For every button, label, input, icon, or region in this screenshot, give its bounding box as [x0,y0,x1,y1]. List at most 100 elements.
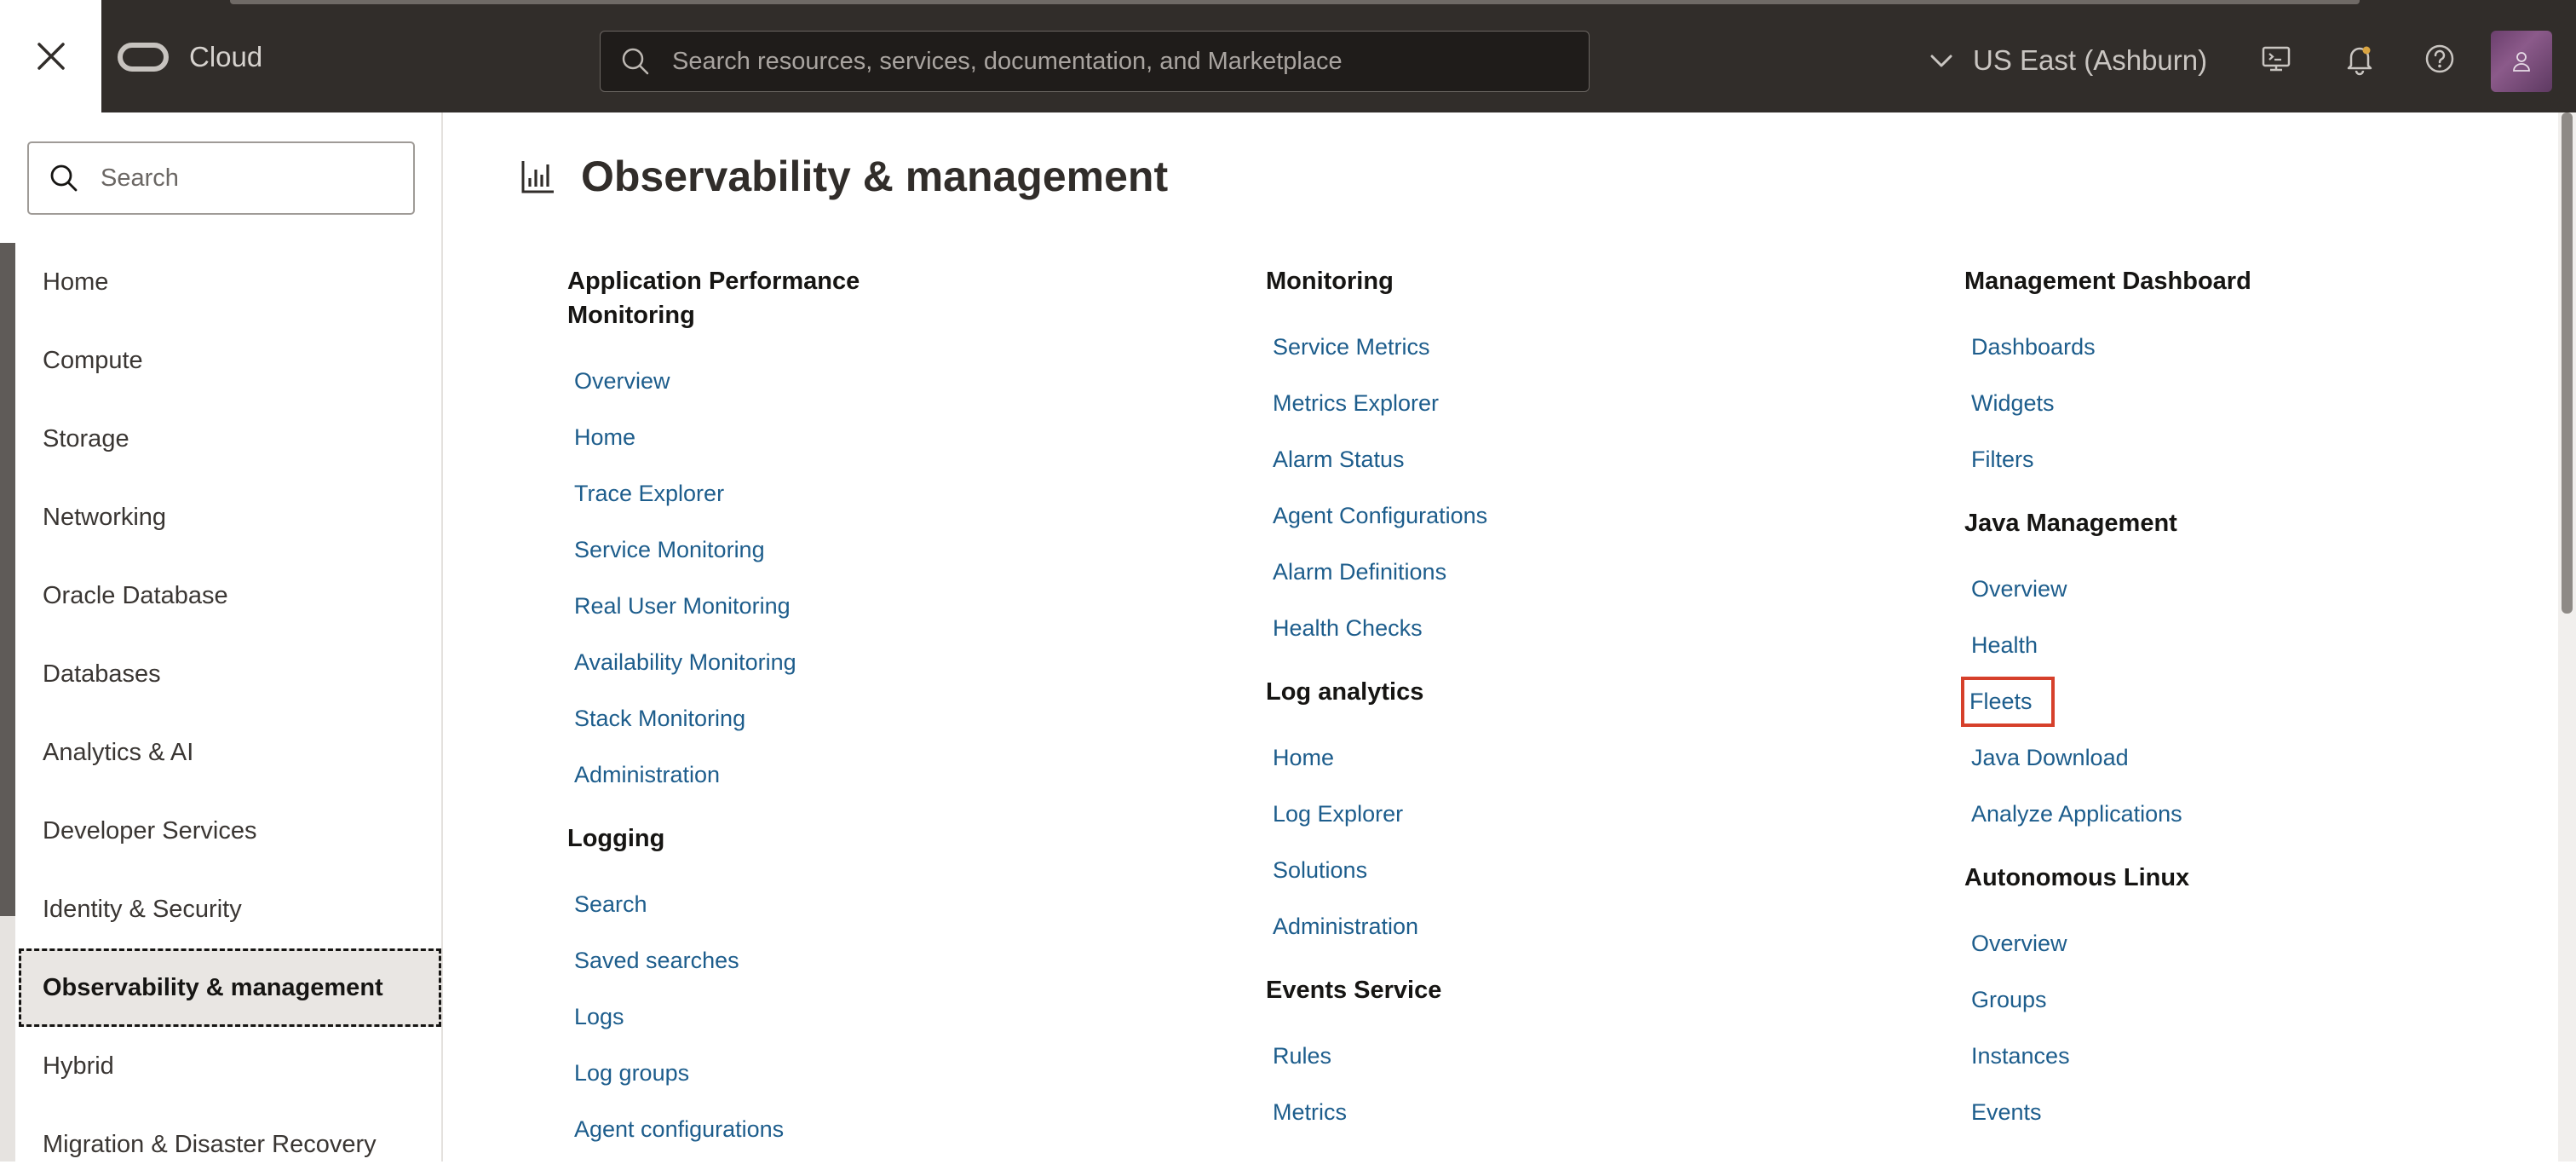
menu-link-label: Trace Explorer [574,480,725,506]
menu-link-label: Alarm Status [1273,446,1405,472]
menu-column-2: Monitoring Service Metrics Metrics Explo… [1266,264,1709,1159]
menu-link[interactable]: Health Checks [1266,600,1709,656]
search-icon [50,164,78,192]
sidebar-item-observability-management[interactable]: Observability & management [19,948,441,1027]
close-icon [37,43,65,70]
menu-link[interactable]: Log groups [567,1045,1010,1101]
menu-link-label: Groups [1971,986,2047,1012]
menu-link[interactable]: Log Explorer [1266,786,1709,842]
region-selector[interactable]: US East (Ashburn) [1927,41,2207,80]
sidebar-scrollbar-thumb[interactable] [0,243,15,916]
cloud-shell-button[interactable] [2257,40,2295,78]
chart-icon [521,161,554,193]
menu-link[interactable]: Events [1964,1084,2407,1140]
sidebar-item-home[interactable]: Home [19,243,441,321]
menu-link-label: Service Monitoring [574,536,765,562]
sidebar-search[interactable] [27,141,415,215]
menu-link[interactable]: Real User Monitoring [567,578,1010,634]
menu-link[interactable]: Health [1964,617,2407,673]
menu-link-label: Java Download [1971,744,2129,770]
menu-link[interactable]: Overview [1964,561,2407,617]
menu-link-label: Dashboards [1971,333,2096,360]
menu-link[interactable]: Metrics Explorer [1266,375,1709,431]
sidebar-item-compute[interactable]: Compute [19,321,441,400]
menu-link[interactable]: Service Monitoring [567,522,1010,578]
menu-link-label: Rules [1273,1042,1332,1069]
menu-link[interactable]: Availability Monitoring [567,634,1010,690]
horizontal-scrollbar[interactable] [230,0,2360,4]
menu-link[interactable]: Administration [1266,898,1709,954]
menu-link[interactable]: Overview [567,353,1010,409]
sidebar-item-networking[interactable]: Networking [19,478,441,556]
sidebar-item-storage[interactable]: Storage [19,400,441,478]
menu-link-label: Home [574,424,636,450]
menu-link[interactable]: Instances [1964,1028,2407,1084]
menu-link-label: Availability Monitoring [574,649,796,675]
menu-link[interactable]: Alarm Status [1266,431,1709,487]
menu-link[interactable]: Saved searches [567,932,1010,989]
menu-link-label: Home [1273,744,1335,770]
page-scrollbar-thumb[interactable] [2562,112,2573,614]
group-title-apm: Application Performance Monitoring [567,264,1010,332]
menu-link-label: Metrics Explorer [1273,389,1440,416]
sidebar-item-databases[interactable]: Databases [19,635,441,713]
page-scrollbar[interactable] [2558,112,2576,1162]
sidebar-search-input[interactable] [99,147,409,209]
navigation-sidebar: Home Compute Storage Networking Oracle D… [0,112,443,1162]
menu-link[interactable]: Agent configurations [567,1101,1010,1157]
user-profile-button[interactable] [2491,31,2552,92]
notifications-button[interactable] [2341,40,2378,78]
menu-link-label: Log Explorer [1273,800,1404,827]
menu-link-label: Overview [574,367,670,394]
menu-link[interactable]: Stack Monitoring [567,690,1010,747]
menu-link-label: Real User Monitoring [574,592,791,619]
menu-link[interactable]: Administration [567,747,1010,803]
menu-link[interactable]: Filters [1964,431,2407,487]
sidebar-item-identity-security[interactable]: Identity & Security [19,870,441,948]
sidebar-item-analytics-ai[interactable]: Analytics & AI [19,713,441,792]
global-search[interactable] [600,31,1590,92]
menu-link[interactable]: Metrics [1266,1084,1709,1140]
close-menu-button[interactable] [0,0,101,112]
menu-link-label: Stack Monitoring [574,705,746,731]
menu-link[interactable]: Widgets [1964,375,2407,431]
menu-link-label: Administration [1273,913,1419,939]
group-links-logging: Search Saved searches Logs Log groups Ag… [567,876,1010,1157]
menu-column-1: Application Performance Monitoring Overv… [567,264,1010,1176]
menu-link[interactable]: Service Metrics [1266,319,1709,375]
menu-link-fleets[interactable]: Fleets [1961,673,2407,729]
brand-name: Cloud [189,41,263,72]
group-links-log-analytics: Home Log Explorer Solutions Administrati… [1266,729,1709,954]
menu-link-label: Logs [574,1003,624,1029]
menu-link[interactable]: Logs [567,989,1010,1045]
sidebar-item-developer-services[interactable]: Developer Services [19,792,441,870]
group-title-management-dashboard: Management Dashboard [1964,268,2251,295]
menu-link[interactable]: Alarm Definitions [1266,544,1709,600]
menu-link-label: Alarm Definitions [1273,558,1447,585]
menu-link[interactable]: Analyze Applications [1964,786,2407,842]
global-search-input[interactable] [670,35,1589,88]
sidebar-item-oracle-database[interactable]: Oracle Database [19,556,441,635]
sidebar-item-migration-disaster-recovery[interactable]: Migration & Disaster Recovery [19,1105,441,1162]
menu-link-label: Saved searches [574,947,739,973]
menu-link[interactable]: Home [1266,729,1709,786]
sidebar-scrollbar[interactable] [0,243,15,1162]
menu-link[interactable]: Solutions [1266,842,1709,898]
menu-link[interactable]: Rules [1266,1028,1709,1084]
help-button[interactable] [2421,40,2458,78]
menu-link[interactable]: Groups [1964,971,2407,1028]
menu-link[interactable]: Home [567,409,1010,465]
brand-logo[interactable]: Cloud [118,37,262,77]
menu-link[interactable]: Agent Configurations [1266,487,1709,544]
group-links-monitoring: Service Metrics Metrics Explorer Alarm S… [1266,319,1709,656]
top-header: Cloud US East (Ashburn) [0,0,2576,112]
menu-link[interactable]: Search [567,876,1010,932]
menu-link[interactable]: Dashboards [1964,319,2407,375]
menu-link[interactable]: Trace Explorer [567,465,1010,522]
sidebar-item-hybrid[interactable]: Hybrid [19,1027,441,1105]
page-title: Observability & management [581,153,1169,200]
group-links-java-management: Overview Health Fleets Java Download Ana… [1961,561,2407,842]
group-title-logging: Logging [567,825,665,852]
menu-link[interactable]: Java Download [1964,729,2407,786]
menu-link[interactable]: Overview [1964,915,2407,971]
